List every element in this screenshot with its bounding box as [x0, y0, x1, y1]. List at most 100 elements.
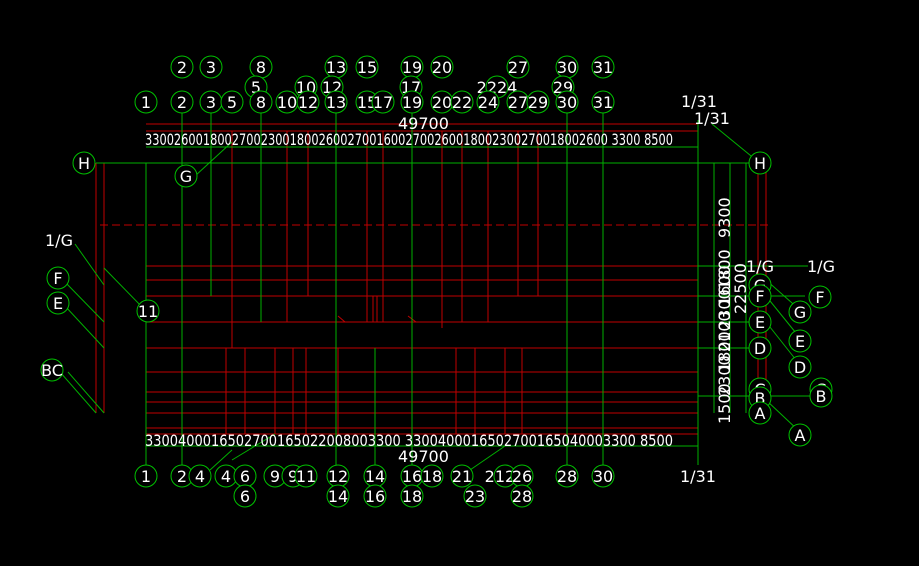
top-axis-bubble-label: 30 [557, 58, 577, 77]
bottom-axis-bubble-label: 14 [365, 467, 385, 486]
building-outline [145, 162, 699, 414]
right-axis-bubble: E [788, 329, 812, 353]
left-axis-bubble-label: 11 [138, 302, 158, 321]
right-axis-bubble: G [788, 300, 812, 324]
top-axis-bubble: 22 [450, 90, 474, 114]
cad-drawing-canvas[interactable]: 49700 3300260018002700230018002600270016… [0, 0, 919, 566]
bottom-axis-bubble-label: 2 [177, 467, 187, 486]
right-axis-bubble: F [748, 284, 772, 308]
bottom-axis-bubble: 18 [420, 464, 444, 488]
top-axis-bubble: 13 [324, 55, 348, 79]
right-axis-bubble-label: E [755, 313, 765, 332]
top-axis-bubble-label: 2 [177, 93, 187, 112]
bottom-axis-bubble-label: 4 [195, 467, 205, 486]
top-axis-bubble-label: 15 [357, 58, 377, 77]
left-axis-bubble: BC [40, 358, 64, 382]
bottom-axis-bubble-label: 16 [402, 467, 422, 486]
left-axis-label-1g: 1/G [45, 231, 73, 250]
top-axis-bubble: 20 [430, 90, 454, 114]
bottom-corner-label: 1/31 [680, 467, 716, 486]
bottom-axis-bubble: 23 [463, 484, 487, 508]
top-axis-bubble: 27 [506, 55, 530, 79]
top-axis-bubble-label: 2 [177, 58, 187, 77]
top-axis-bubble: 3 [199, 55, 223, 79]
left-axis-bubble: H [72, 151, 96, 175]
bottom-axis-bubble-label: 23 [465, 487, 485, 506]
bottom-axis-bubble-label: 30 [593, 467, 613, 486]
top-axis-bubble: 24 [476, 90, 500, 114]
bottom-axis-bubble-label: 18 [402, 487, 422, 506]
right-axis-bubble: F [808, 285, 832, 309]
top-axis-bubble-label: 12 [298, 93, 318, 112]
top-axis-bubble-label: 1 [141, 93, 151, 112]
right-dim: 9300 [715, 197, 734, 238]
bottom-axis-bubble: 30 [591, 464, 615, 488]
top-axis-bubble: 31 [591, 55, 615, 79]
bottom-axis-bubble: 21 [450, 464, 474, 488]
top-axis-bubble-label: 30 [557, 93, 577, 112]
top-axis-bubble: 30 [555, 90, 579, 114]
top-axis-bubble: 8 [249, 90, 273, 114]
bottom-axis-bubble: 4 [188, 464, 212, 488]
left-axis-bubble-label: E [53, 294, 63, 313]
left-axis-bubble-label: G [180, 167, 192, 186]
bottom-axis-bubble: 16 [400, 464, 424, 488]
top-axis-bubble: 19 [400, 55, 424, 79]
right-axis-bubble: A [788, 423, 812, 447]
top-axis-bubble: 12 [296, 90, 320, 114]
top-axis-bubble-label: 27 [508, 93, 528, 112]
building-structure [95, 123, 770, 435]
right-axis-bubble: H [748, 151, 772, 175]
top-axis-bubble: 31 [591, 90, 615, 114]
bottom-axis-bubble: 12 [326, 464, 350, 488]
bottom-axis-bubble-label: 6 [240, 467, 250, 486]
right-dim: 1500 [715, 383, 734, 424]
left-axis-bubble-label: BC [41, 361, 63, 380]
bottom-axis-bubble-label: 14 [328, 487, 348, 506]
top-axis-bubble: 15 [355, 55, 379, 79]
top-axis-bubble: 27 [506, 90, 530, 114]
top-axis-bubble-label: 8 [256, 58, 266, 77]
top-axis-bubble-label: 20 [432, 58, 452, 77]
bottom-axis-bubble: 1 [134, 464, 158, 488]
bottom-axis-bubble-label: 1 [141, 467, 151, 486]
left-axis-bubble: F [46, 266, 70, 290]
top-axis-bubble: 19 [400, 90, 424, 114]
top-axis-bubble-label: 5 [227, 93, 237, 112]
bottom-axis-bubble: 6 [233, 464, 257, 488]
top-axis-bubble: 13 [324, 90, 348, 114]
axis-lines [59, 113, 810, 471]
top-axis-bubble: 30 [555, 55, 579, 79]
right-axis-label-1g-outer: 1/G [807, 257, 835, 276]
left-axis-bubble: E [46, 291, 70, 315]
top-axis-bubble-label: 31 [593, 93, 613, 112]
right-axis-bubble: A [748, 401, 772, 425]
right-dimensions: 9300 1800 1600 22500 2300 2100 1800 2300… [715, 197, 750, 424]
top-axis-bubble-label: 8 [256, 93, 266, 112]
right-axis-bubble-label: A [755, 404, 766, 423]
top-axis-bubble-label: 31 [593, 58, 613, 77]
top-axis-bubble-label: 10 [277, 93, 297, 112]
bottom-axis-bubble: 6 [233, 484, 257, 508]
right-axis-bubble: D [788, 355, 812, 379]
top-axis-bubble-label: 3 [206, 58, 216, 77]
bottom-axis-bubble-label: 12 [328, 467, 348, 486]
bottom-axis-bubble-label: 28 [512, 487, 532, 506]
right-axis-bubble-label: H [754, 154, 766, 173]
bottom-axis-bubble-label: 4 [221, 467, 231, 486]
left-axis-bubble-label: F [53, 269, 62, 288]
bottom-axis-bubble: 14 [326, 484, 350, 508]
right-axis-bubble: B [809, 384, 833, 408]
bottom-axis-bubble-label: 26 [512, 467, 532, 486]
top-axis-bubble-label: 13 [326, 93, 346, 112]
bottom-total-dimension: 49700 [398, 447, 449, 466]
bottom-axis-bubble: 14 [363, 464, 387, 488]
left-axis-bubble-label: H [78, 154, 90, 173]
bottom-axis-bubble-label: 9 [270, 467, 280, 486]
bottom-axis-bubble: 18 [400, 484, 424, 508]
top-span-dimensions: 3300260018002700230018002600270016002700… [145, 130, 673, 149]
right-axis-bubble-label: F [815, 288, 824, 307]
bottom-axis-bubble: 28 [555, 464, 579, 488]
right-axis-bubble-label: B [816, 387, 827, 406]
right-axis-bubble: E [748, 310, 772, 334]
